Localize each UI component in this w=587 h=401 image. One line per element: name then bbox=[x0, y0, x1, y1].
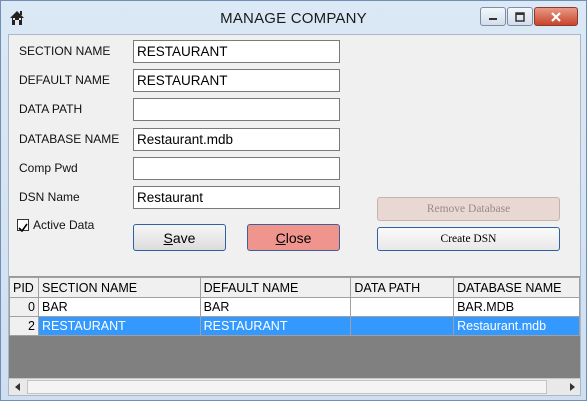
horizontal-scrollbar[interactable] bbox=[9, 378, 580, 395]
column-header-database-name[interactable]: DATABASE NAME bbox=[453, 277, 580, 298]
table-row-selected[interactable]: 2 RESTAURANT RESTAURANT Restaurant.mdb bbox=[9, 316, 580, 336]
scroll-left-icon[interactable] bbox=[9, 379, 26, 395]
dsn-name-label: DSN Name bbox=[19, 190, 80, 204]
close-icon bbox=[535, 8, 577, 25]
scroll-right-icon[interactable] bbox=[563, 379, 580, 395]
create-dsn-button[interactable]: Create DSN bbox=[377, 227, 560, 251]
section-name-cell[interactable]: RESTAURANT bbox=[37, 316, 201, 336]
section-name-field[interactable] bbox=[133, 40, 340, 63]
pid-cell[interactable]: 0 bbox=[9, 297, 39, 317]
pid-cell[interactable]: 2 bbox=[9, 316, 39, 336]
column-header-section-name[interactable]: SECTION NAME bbox=[37, 277, 201, 298]
default-name-cell[interactable]: BAR bbox=[199, 297, 352, 317]
close-button-label: lose bbox=[285, 229, 312, 246]
default-name-cell[interactable]: RESTAURANT bbox=[199, 316, 352, 336]
save-button-accel: S bbox=[163, 229, 173, 246]
active-data-checkbox[interactable] bbox=[17, 219, 29, 233]
default-name-label: DEFAULT NAME bbox=[19, 73, 110, 87]
data-path-field[interactable] bbox=[133, 98, 340, 121]
save-button-label: ave bbox=[172, 229, 196, 246]
database-name-cell[interactable]: BAR.MDB bbox=[453, 297, 580, 317]
checkmark-icon bbox=[18, 223, 28, 233]
default-name-field[interactable] bbox=[133, 69, 340, 92]
company-grid[interactable]: PID SECTION NAME DEFAULT NAME DATA PATH … bbox=[9, 276, 580, 395]
data-path-label: DATA PATH bbox=[19, 102, 83, 116]
dsn-name-field[interactable] bbox=[133, 186, 340, 209]
scrollbar-thumb[interactable] bbox=[27, 380, 547, 394]
title-bar[interactable]: MANAGE COMPANY bbox=[1, 1, 586, 34]
comp-pwd-field[interactable] bbox=[133, 157, 340, 180]
database-name-cell[interactable]: Restaurant.mdb bbox=[453, 316, 580, 336]
close-button-accel: C bbox=[275, 229, 286, 246]
section-name-label: SECTION NAME bbox=[19, 44, 111, 58]
data-path-cell[interactable] bbox=[350, 316, 455, 336]
close-button[interactable]: Close bbox=[247, 224, 340, 251]
remove-database-button[interactable]: Remove Database bbox=[377, 197, 560, 221]
manage-company-window: MANAGE COMPANY SECTION NAME D bbox=[0, 0, 587, 401]
column-header-default-name[interactable]: DEFAULT NAME bbox=[199, 277, 352, 298]
database-name-label: DATABASE NAME bbox=[19, 132, 120, 146]
close-window-button[interactable] bbox=[534, 7, 578, 26]
maximize-button[interactable] bbox=[507, 7, 533, 26]
comp-pwd-label: Comp Pwd bbox=[19, 161, 78, 175]
table-row[interactable]: 0 BAR BAR BAR.MDB bbox=[9, 297, 580, 317]
company-form: SECTION NAME DEFAULT NAME DATA PATH DATA… bbox=[9, 35, 580, 267]
company-table: PID SECTION NAME DEFAULT NAME DATA PATH … bbox=[9, 277, 580, 336]
active-data-label: Active Data bbox=[33, 218, 95, 232]
table-header-row: PID SECTION NAME DEFAULT NAME DATA PATH … bbox=[9, 277, 580, 298]
minimize-icon bbox=[481, 8, 505, 25]
database-name-field[interactable] bbox=[133, 128, 340, 151]
column-header-data-path[interactable]: DATA PATH bbox=[350, 277, 455, 298]
caption-buttons bbox=[479, 7, 578, 27]
minimize-button[interactable] bbox=[480, 7, 506, 26]
save-button[interactable]: Save bbox=[133, 224, 226, 251]
column-header-pid[interactable]: PID bbox=[9, 277, 39, 298]
maximize-icon bbox=[508, 8, 532, 25]
section-name-cell[interactable]: BAR bbox=[37, 297, 201, 317]
data-path-cell[interactable] bbox=[350, 297, 455, 317]
client-area: SECTION NAME DEFAULT NAME DATA PATH DATA… bbox=[8, 34, 581, 396]
